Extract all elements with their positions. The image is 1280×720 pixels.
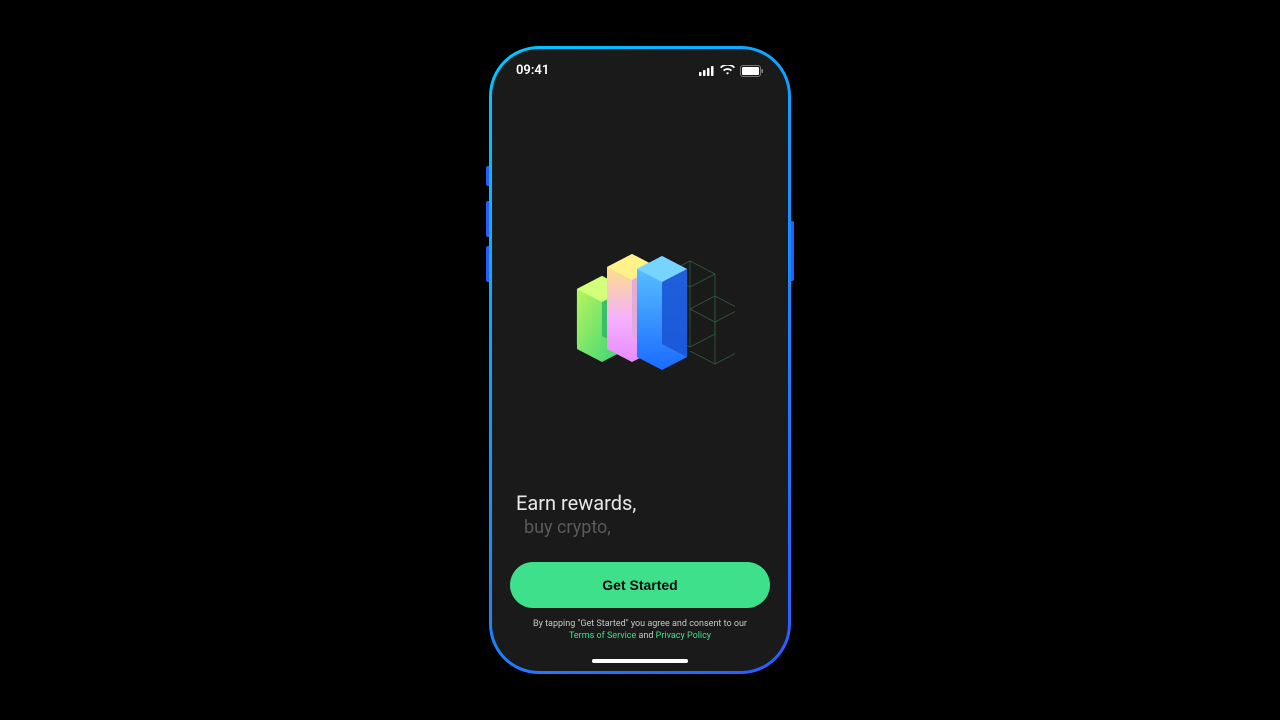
- headline-block: Earn rewards, buy crypto,: [510, 491, 770, 562]
- cellular-signal-icon: [699, 65, 715, 76]
- hero-illustration: [510, 78, 770, 491]
- phone-volume-up-button: [486, 201, 489, 237]
- get-started-button[interactable]: Get Started: [510, 562, 770, 608]
- phone-volume-down-button: [486, 246, 489, 282]
- legal-and: and: [636, 631, 655, 641]
- status-indicators: [699, 65, 764, 77]
- phone-device-frame: 09:41: [489, 46, 791, 674]
- legal-prefix: By tapping "Get Started" you agree and c…: [533, 619, 747, 629]
- terms-of-service-link[interactable]: Terms of Service: [569, 631, 636, 641]
- home-indicator[interactable]: [592, 659, 688, 663]
- status-time: 09:41: [516, 63, 549, 78]
- onboarding-content: Earn rewards, buy crypto, Get Started By…: [492, 78, 788, 671]
- battery-icon: [740, 65, 764, 77]
- bar-chart-3d-icon: [545, 239, 735, 389]
- phone-power-button: [791, 221, 794, 281]
- headline-secondary: buy crypto,: [516, 517, 764, 538]
- phone-screen: 09:41: [492, 49, 788, 671]
- status-bar: 09:41: [492, 49, 788, 78]
- privacy-policy-link[interactable]: Privacy Policy: [656, 631, 711, 641]
- wifi-icon: [720, 65, 735, 76]
- phone-side-button: [486, 166, 489, 186]
- headline-primary: Earn rewards,: [516, 491, 764, 515]
